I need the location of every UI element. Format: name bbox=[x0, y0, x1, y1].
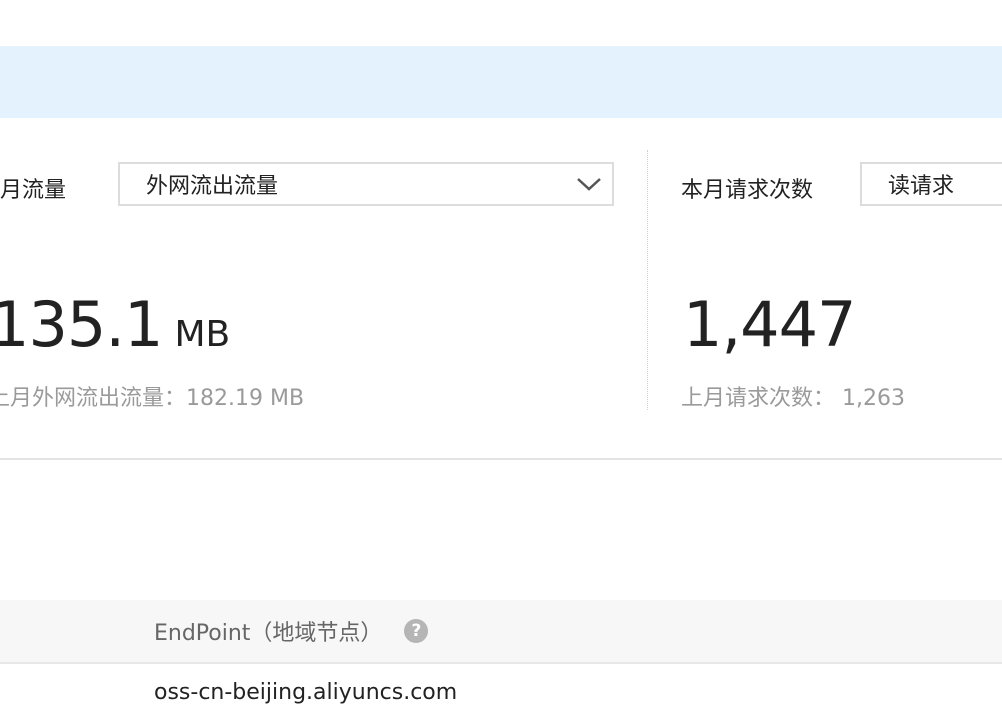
help-icon[interactable]: ? bbox=[404, 619, 429, 643]
requests-value: 1,447 bbox=[683, 288, 856, 361]
endpoint-value: oss-cn-beijing.aliyuncs.com bbox=[154, 680, 458, 705]
traffic-value: 135.1 MB bbox=[0, 288, 230, 361]
metric-divider bbox=[647, 150, 648, 410]
requests-last-month: 上月请求次数： 1,263 bbox=[681, 380, 905, 412]
chevron-down-icon bbox=[577, 178, 601, 191]
request-type-select[interactable]: 读请求 bbox=[860, 162, 1002, 206]
request-type-selected: 读请求 bbox=[888, 174, 955, 199]
traffic-type-select[interactable]: 外网流出流量 bbox=[118, 162, 614, 206]
requests-label: 本月请求次数 bbox=[681, 178, 814, 203]
requests-last-month-value: 1,263 bbox=[842, 386, 905, 411]
traffic-type-selected: 外网流出流量 bbox=[146, 174, 279, 199]
traffic-last-month: 上月外网流出流量：182.19 MB bbox=[0, 386, 305, 411]
section-divider bbox=[0, 458, 1002, 460]
endpoint-column-header: EndPoint（地域节点） ? bbox=[154, 615, 429, 647]
traffic-label: 本月流量 bbox=[0, 178, 67, 203]
requests-number: 1,447 bbox=[683, 288, 856, 361]
traffic-unit: MB bbox=[174, 314, 231, 355]
endpoint-header-label: EndPoint（地域节点） bbox=[154, 621, 383, 646]
traffic-number: 135.1 bbox=[0, 288, 163, 361]
requests-last-month-label: 上月请求次数： bbox=[681, 386, 836, 411]
table-header: EndPoint（地域节点） ? bbox=[0, 600, 1002, 664]
info-banner bbox=[0, 46, 1002, 118]
